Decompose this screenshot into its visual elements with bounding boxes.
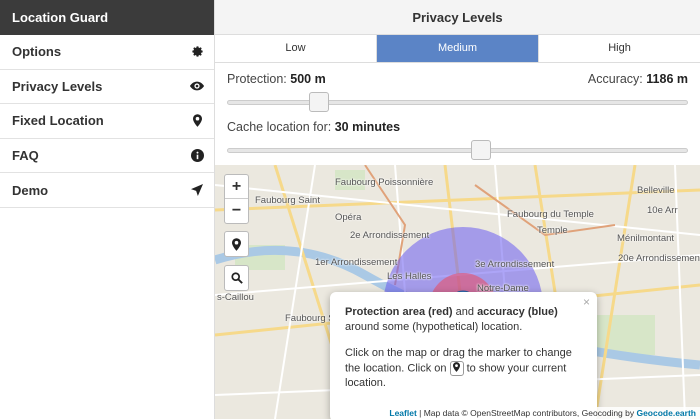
map-label: Opéra [335, 212, 362, 223]
eye-icon [190, 79, 204, 93]
map-label: 10e Arr [647, 205, 678, 216]
leaflet-link[interactable]: Leaflet [389, 408, 416, 418]
sidebar-item-options[interactable]: Options [0, 35, 214, 70]
protection-slider-track[interactable] [227, 100, 688, 105]
page-title: Privacy Levels [215, 0, 700, 35]
locate-control [224, 231, 249, 257]
protection-accuracy-row: Protection: 500 m Accuracy: 1186 m [215, 69, 700, 89]
protection-value: 500 m [290, 72, 326, 86]
cache-row: Cache location for: 30 minutes [215, 117, 700, 137]
protection-label: Protection: [227, 72, 287, 86]
tab-low[interactable]: Low [215, 35, 377, 62]
popup-paragraph-2: Click on the map or drag the marker to c… [345, 346, 582, 391]
accuracy-value: 1186 m [646, 72, 688, 86]
main-panel: Privacy Levels Low Medium High Protectio… [215, 0, 700, 419]
cache-slider[interactable] [227, 140, 688, 160]
cache-label: Cache location for: [227, 120, 332, 134]
map-attribution: Leaflet | Map data © OpenStreetMap contr… [385, 407, 700, 419]
map[interactable]: Faubourg Poissonnière Faubourg Saint Opé… [215, 165, 700, 419]
gear-icon [190, 45, 204, 59]
sidebar-item-fixed-location[interactable]: Fixed Location [0, 104, 214, 139]
info-popup: × Protection area (red) and accuracy (bl… [330, 292, 597, 419]
popup-text: around some (hypothetical) location. [345, 321, 523, 333]
tab-medium[interactable]: Medium [377, 35, 539, 62]
search-button[interactable] [225, 266, 248, 290]
sidebar-item-label: Options [12, 44, 62, 60]
sidebar-item-faq[interactable]: FAQ [0, 139, 214, 174]
sidebar-item-label: Demo [12, 182, 49, 198]
app-title: Location Guard [0, 0, 214, 35]
search-control [224, 265, 249, 291]
popup-close-button[interactable]: × [583, 295, 590, 310]
attribution-text: | Map data © OpenStreetMap contributors,… [416, 408, 637, 418]
map-label: Belleville [637, 185, 675, 196]
privacy-level-tabs: Low Medium High [215, 35, 700, 63]
map-marker-icon [449, 361, 464, 376]
zoom-control: + − [224, 174, 249, 224]
map-label: Ménilmontant [617, 233, 675, 244]
geocode-link[interactable]: Geocode.earth [636, 408, 696, 418]
sidebar-item-label: Fixed Location [12, 113, 104, 129]
sidebar: Location Guard Options Privacy Levels Fi… [0, 0, 215, 419]
sidebar-item-demo[interactable]: Demo [0, 173, 214, 208]
popup-text: and [452, 306, 478, 318]
map-label: Faubourg du Temple [507, 209, 594, 220]
protection-slider[interactable] [227, 92, 688, 112]
map-label: 1er Arrondissement [315, 257, 398, 268]
popup-accuracy-text: accuracy (blue) [477, 306, 558, 318]
sidebar-item-label: Privacy Levels [12, 78, 103, 94]
map-label: 2e Arrondissement [350, 230, 430, 241]
location-arrow-icon [190, 183, 204, 197]
map-label: Faubourg Saint [255, 195, 320, 206]
map-marker-icon [190, 114, 204, 128]
sidebar-item-label: FAQ [12, 148, 39, 164]
map-label: Les Halles [387, 271, 432, 282]
search-icon [230, 272, 243, 284]
zoom-out-button[interactable]: − [225, 199, 248, 223]
map-label: Temple [537, 225, 568, 236]
cache-slider-track[interactable] [227, 148, 688, 153]
protection-slider-handle[interactable] [309, 92, 330, 112]
zoom-in-button[interactable]: + [225, 175, 248, 199]
cache-slider-handle[interactable] [470, 140, 491, 160]
cache-readout: Cache location for: 30 minutes [227, 117, 400, 137]
accuracy-label: Accuracy: [587, 72, 643, 86]
sidebar-item-privacy-levels[interactable]: Privacy Levels [0, 70, 214, 105]
protection-readout: Protection: 500 m [227, 69, 326, 89]
accuracy-readout: Accuracy: 1186 m [588, 69, 688, 89]
map-label: Faubourg Poissonnière [335, 177, 434, 188]
popup-paragraph-1: Protection area (red) and accuracy (blue… [345, 305, 582, 335]
map-label: 3e Arrondissement [475, 259, 555, 270]
tab-high[interactable]: High [539, 35, 700, 62]
map-label: s-Caillou [217, 292, 254, 303]
map-marker-icon [232, 237, 241, 251]
map-label: 20e Arrondissement [618, 253, 700, 264]
popup-protection-text: Protection area (red) [345, 306, 453, 318]
locate-button[interactable] [225, 232, 248, 256]
info-icon [190, 149, 204, 163]
cache-value: 30 minutes [334, 120, 401, 134]
